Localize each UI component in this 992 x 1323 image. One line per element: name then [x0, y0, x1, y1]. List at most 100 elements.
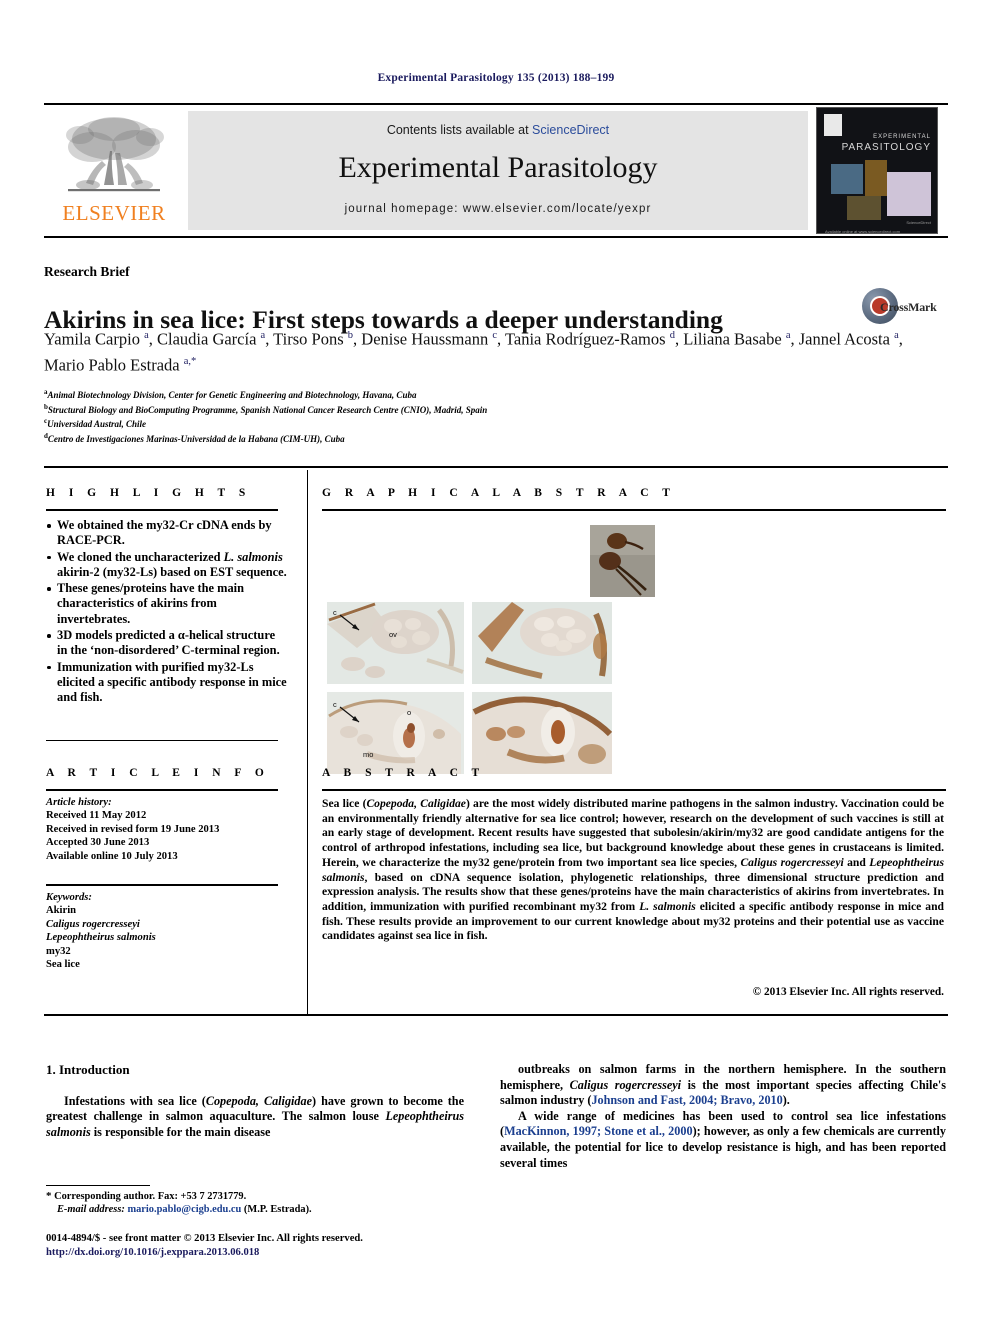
document-type: Research Brief [44, 264, 130, 279]
keyword-item: Akirin [46, 905, 77, 917]
history-item: Accepted 30 June 2013 [46, 837, 150, 849]
article-info-heading: A R T I C L E I N F O [46, 767, 270, 779]
article-info-rule [46, 789, 278, 791]
history-item: Available online 10 July 2013 [46, 850, 178, 862]
column-divider [307, 470, 308, 1015]
affiliation-item: dCentro de Investigaciones Marinas-Unive… [44, 431, 904, 446]
cover-foot-left: Available online at www.sciencedirect.co… [825, 229, 901, 234]
info-section-top-rule [44, 466, 948, 468]
cover-publisher-badge [824, 114, 842, 136]
footnote-rule [46, 1185, 150, 1186]
cover-image-panel-2 [865, 160, 887, 196]
list-item: 3D models predicted a α-helical structur… [46, 628, 288, 659]
info-section-bottom-rule [44, 1014, 948, 1016]
list-item: We cloned the uncharacterized L. salmoni… [46, 550, 288, 581]
graphical-abstract-rule [322, 509, 946, 511]
affiliation-text: Animal Biotechnology Division, Center fo… [47, 390, 417, 400]
keyword-item: Lepeophtheirus salmonis [46, 932, 156, 944]
elsevier-tree-icon [66, 117, 164, 192]
list-item: These genes/proteins have the main chara… [46, 581, 288, 627]
list-item: We obtained the my32-Cr cDNA ends by RAC… [46, 518, 288, 549]
highlights-rule [46, 509, 278, 511]
micrograph-image-3 [327, 692, 464, 774]
affiliation-item: aAnimal Biotechnology Division, Center f… [44, 387, 904, 402]
paragraph: A wide range of medicines has been used … [500, 1108, 946, 1170]
graphical-abstract-heading: G R A P H I C A L A B S T R A C T [322, 487, 676, 499]
issn-line: 0014-4894/$ - see front matter © 2013 El… [46, 1233, 363, 1244]
sciencedirect-link[interactable]: ScienceDirect [532, 123, 609, 137]
affiliation-text: Centro de Investigaciones Marinas-Univer… [47, 433, 345, 444]
paragraph: outbreaks on salmon farms in the norther… [500, 1062, 946, 1108]
micrograph-panel-3: c o mo [327, 692, 464, 774]
micrograph-image-2 [472, 602, 612, 684]
body-column-right: outbreaks on salmon farms in the norther… [500, 1062, 946, 1171]
keywords-label: Keywords: [46, 892, 92, 903]
elsevier-wordmark: ELSEVIER [62, 201, 166, 225]
author-list: Yamila Carpio a, Claudia García a, Tirso… [44, 329, 903, 375]
journal-cover-thumbnail: EXPERIMENTAL PARASITOLOGY Available onli… [816, 107, 938, 234]
contents-prefix: Contents lists available at [386, 123, 533, 137]
cover-title-line2: PARASITOLOGY [841, 142, 931, 153]
cover-footer: Available online at www.sciencedirect.co… [825, 220, 931, 233]
corresponding-author-email[interactable]: E-mail address: mario.pablo@cigb.edu.cu … [46, 1203, 466, 1216]
sea-lice-photo [590, 525, 655, 597]
affiliation-item: cUniversidad Austral, Chile [44, 416, 904, 431]
elsevier-logo: ELSEVIER [44, 107, 184, 234]
corresponding-author-note: * Corresponding author. Fax: +53 7 27317… [46, 1190, 247, 1202]
running-head: Experimental Parasitology 135 (2013) 188… [377, 72, 615, 84]
panel-label-ov: ov [389, 630, 397, 639]
article-page: Experimental Parasitology 135 (2013) 188… [0, 0, 992, 1323]
cover-image-panel-1 [831, 164, 863, 194]
highlights-heading: H I G H L I G H T S [46, 487, 251, 499]
panel-arrow-icon-1 [339, 614, 360, 631]
highlights-items: We obtained the my32-Cr cDNA ends by RAC… [46, 518, 288, 706]
micrograph-image-4 [472, 692, 612, 774]
panel-arrow-icon-2 [339, 706, 360, 723]
journal-title: Experimental Parasitology [338, 151, 658, 184]
cover-title-line1: EXPERIMENTAL [873, 134, 931, 140]
cover-image-panel-4 [847, 196, 881, 220]
graphical-abstract-figure: c ov c o mo [322, 520, 946, 774]
paragraph: Infestations with sea lice (Copepoda, Ca… [46, 1093, 464, 1139]
article-history: Article history: Received 11 May 2012 Re… [46, 796, 286, 863]
panel-label-o: o [407, 708, 412, 717]
abstract-text: Sea lice (Copepoda, Caligidae) are the m… [322, 797, 945, 943]
history-item: Received 11 May 2012 [46, 810, 147, 822]
cover-image-panel-3 [887, 172, 931, 216]
micrograph-panel-4 [472, 692, 612, 774]
highlights-bottom-rule [46, 740, 278, 741]
panel-label-c2: c [333, 700, 337, 709]
cover-foot-right: ScienceDirect [906, 220, 931, 225]
highlights-list: We obtained the my32-Cr cDNA ends by RAC… [46, 518, 288, 707]
list-item: Immunization with purified my32-Ls elici… [46, 660, 288, 706]
masthead-bottom-rule [44, 236, 948, 238]
contents-panel: Contents lists available at ScienceDirec… [188, 111, 808, 230]
history-item: Received in revised form 19 June 2013 [46, 823, 220, 835]
journal-homepage-link[interactable]: journal homepage: www.elsevier.com/locat… [188, 203, 808, 215]
keywords-block: Keywords: Akirin Caligus rogercresseyi L… [46, 891, 286, 971]
micrograph-panel-1: c ov [327, 602, 464, 684]
imprint-block: 0014-4894/$ - see front matter © 2013 El… [46, 1232, 516, 1259]
affiliation-text: Structural Biology and BioComputing Prog… [47, 404, 488, 415]
affiliation-text: Universidad Austral, Chile [47, 419, 147, 430]
section-heading-introduction: 1. Introduction [46, 1062, 130, 1077]
keyword-item: my32 [46, 945, 71, 957]
sea-lice-photo-inset [590, 525, 655, 597]
abstract-rule [322, 789, 946, 791]
footnote-block: * Corresponding author. Fax: +53 7 27317… [46, 1190, 466, 1216]
affiliation-list: aAnimal Biotechnology Division, Center f… [44, 387, 904, 445]
keyword-item: Sea lice [46, 959, 80, 971]
doi-link[interactable]: http://dx.doi.org/10.1016/j.exppara.2013… [46, 1246, 516, 1260]
masthead: ELSEVIER Contents lists available at Sci… [44, 107, 948, 234]
masthead-top-rule [44, 103, 948, 105]
panel-label-c: c [333, 608, 337, 617]
article-history-label: Article history: [46, 797, 112, 808]
affiliation-item: bStructural Biology and BioComputing Pro… [44, 402, 904, 417]
keywords-rule [46, 884, 278, 886]
panel-label-mo: mo [363, 750, 374, 759]
keyword-item: Caligus rogercresseyi [46, 918, 140, 930]
abstract-copyright: © 2013 Elsevier Inc. All rights reserved… [752, 986, 944, 998]
abstract-heading: A B S T R A C T [322, 767, 485, 779]
micrograph-panel-2 [472, 602, 612, 684]
crossmark-label: CrossMark [880, 300, 937, 314]
